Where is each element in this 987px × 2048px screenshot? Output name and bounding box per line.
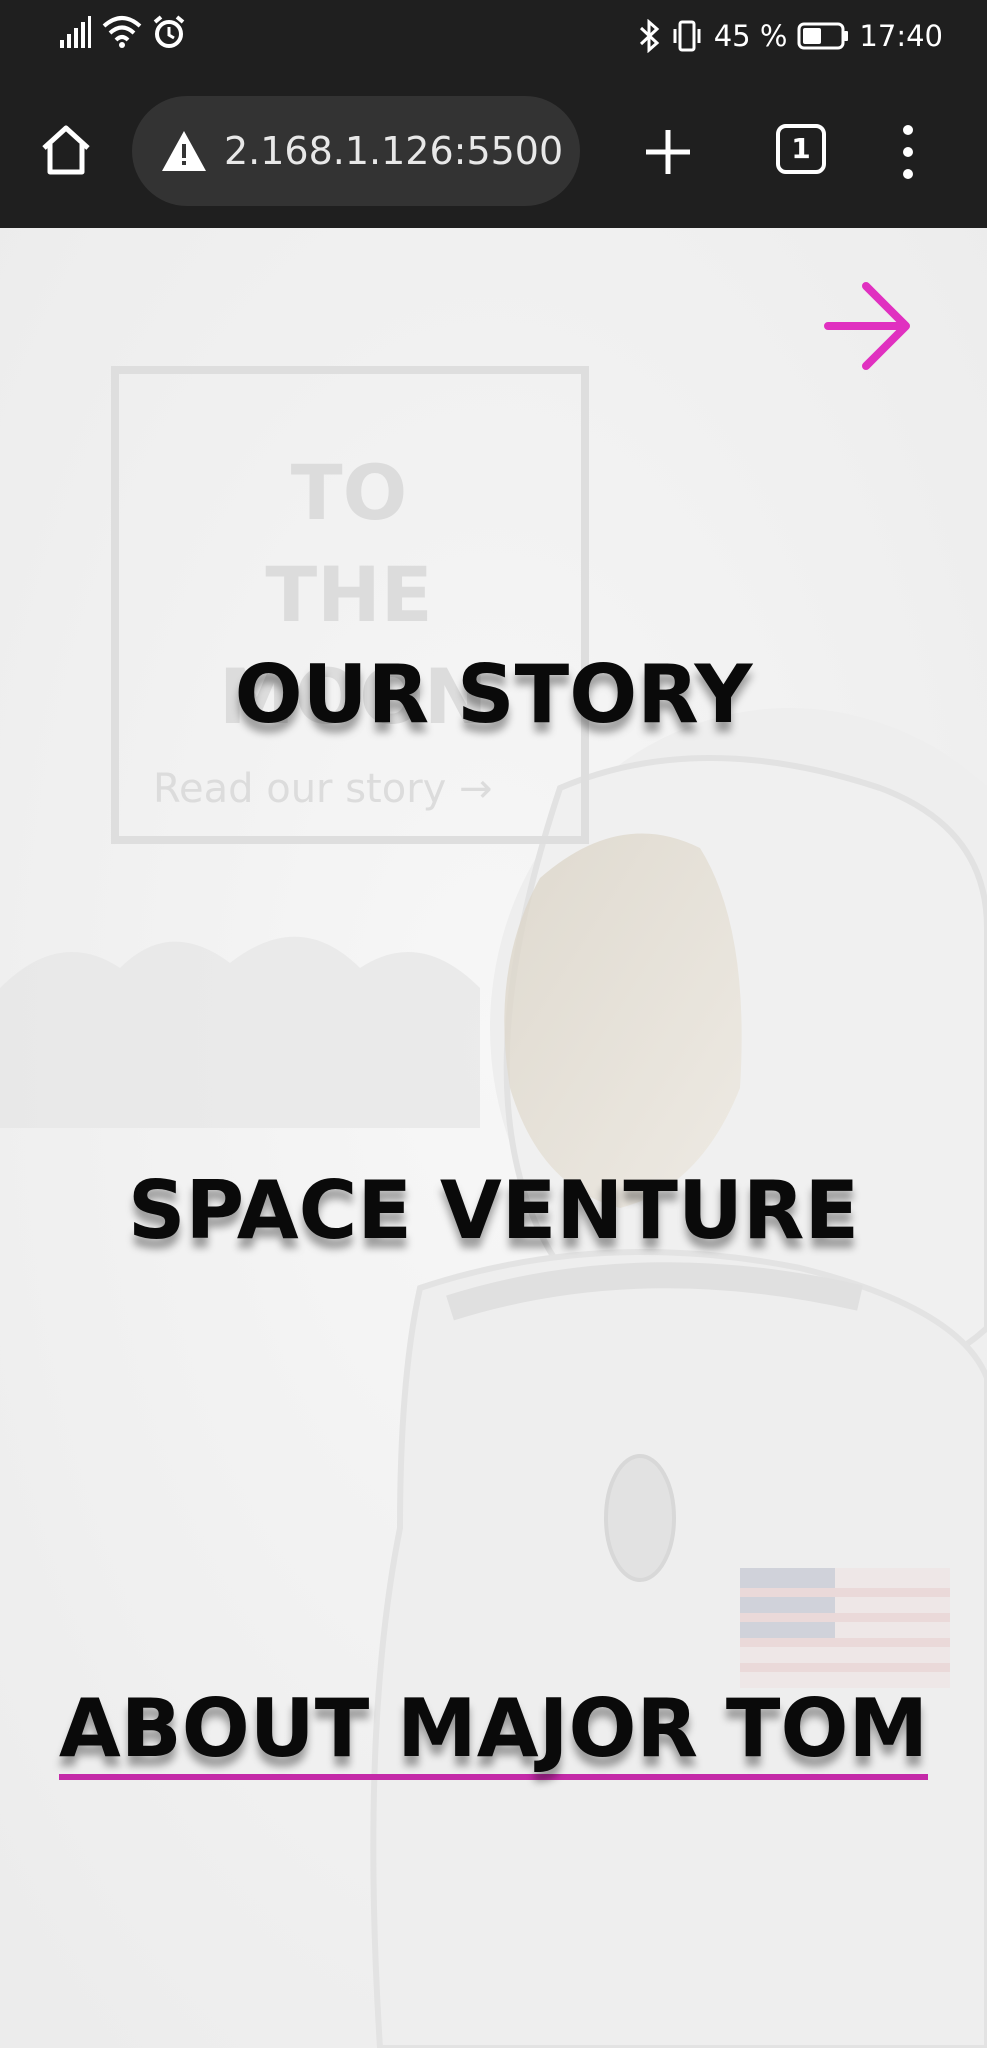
warning-icon[interactable] [160, 129, 208, 173]
vibrate-icon [673, 20, 701, 52]
arrow-right-icon[interactable] [822, 278, 914, 374]
address-bar[interactable]: 2.168.1.126:5500 [132, 96, 580, 206]
menu-item-space-venture[interactable]: SPACE VENTURE [0, 1164, 987, 1257]
battery-icon [797, 22, 849, 50]
menu-item-our-story[interactable]: OUR STORY [0, 648, 987, 741]
clock-time: 17:40 [859, 19, 943, 53]
more-menu-icon[interactable] [896, 122, 920, 182]
status-right-info: 45 % 17:40 [638, 14, 943, 58]
bluetooth-icon [639, 19, 659, 53]
status-bar: 45 % 17:40 [0, 0, 987, 74]
hero-card: TO THE MOON Read our story → [111, 366, 589, 844]
battery-percentage: 45 % [713, 19, 788, 53]
page-viewport: TO THE MOON Read our story → OUR STORY S… [0, 228, 987, 2048]
menu-item-label[interactable]: SPACE VENTURE [128, 1164, 859, 1257]
menu-item-label[interactable]: OUR STORY [235, 648, 753, 741]
url-text[interactable]: 2.168.1.126:5500 [224, 129, 563, 173]
menu-item-about-major-tom[interactable]: ABOUT MAJOR TOM [0, 1682, 987, 1780]
wifi-icon [102, 16, 142, 48]
tab-count-button[interactable]: 1 [776, 124, 826, 174]
home-icon[interactable] [38, 122, 94, 178]
new-tab-plus-icon[interactable] [640, 124, 696, 180]
menu-item-label[interactable]: ABOUT MAJOR TOM [58, 1684, 929, 1780]
signal-icon [60, 16, 91, 48]
status-left-icons [58, 14, 186, 50]
read-story-link[interactable]: Read our story → [153, 766, 493, 812]
alarm-icon [153, 15, 185, 48]
browser-toolbar: 2.168.1.126:5500 1 [0, 74, 987, 228]
